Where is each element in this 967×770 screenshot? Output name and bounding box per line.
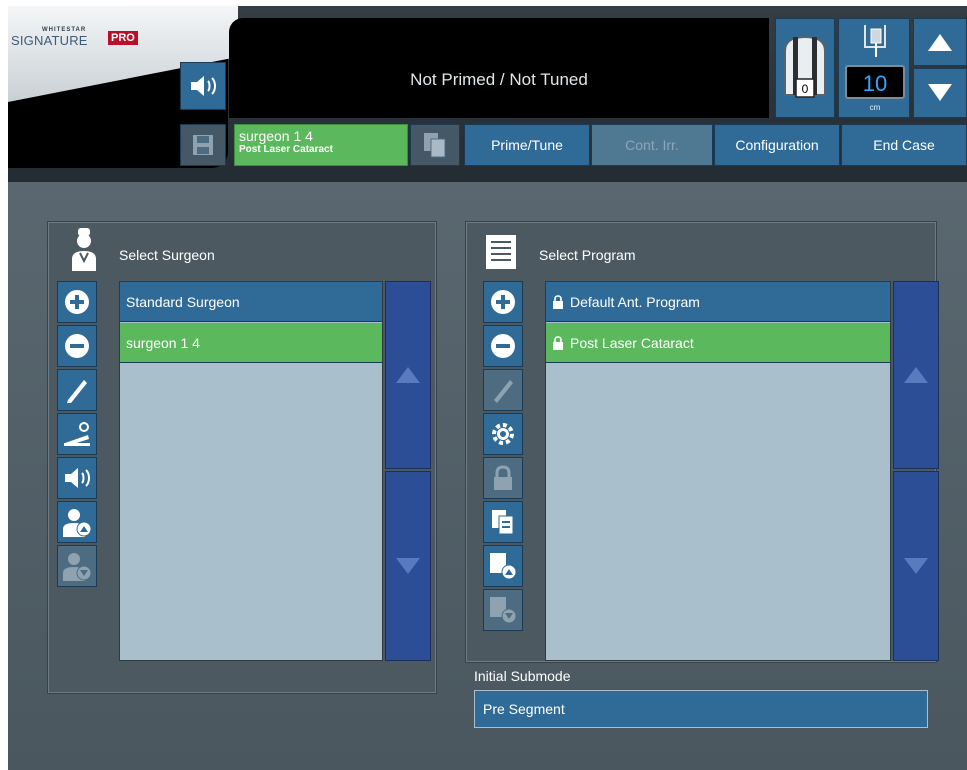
status-display: Not Primed / Not Tuned [229, 18, 769, 118]
list-item[interactable]: surgeon 1 4 [120, 323, 382, 363]
lock-icon [492, 465, 514, 491]
current-surgeon-tag: surgeon 1 4 Post Laser Cataract [234, 124, 408, 166]
program-import-button[interactable] [483, 545, 523, 587]
lock-icon [552, 294, 564, 309]
speaker-icon [62, 466, 92, 490]
handpiece-button[interactable]: 0 [775, 18, 835, 118]
iv-bottle-icon [861, 23, 889, 61]
logo-pro-badge: PRO [108, 31, 138, 45]
logo-main-text: SIGNATURE [11, 33, 88, 48]
copy-button[interactable] [410, 124, 460, 166]
pencil-icon [64, 376, 90, 404]
bottle-height-down-button[interactable] [913, 68, 967, 118]
surgeon-name: surgeon 1 4 [126, 334, 200, 351]
tab-end-case[interactable]: End Case [841, 124, 967, 166]
surgeon-export-button[interactable] [57, 545, 97, 587]
surgeon-panel-title: Select Surgeon [119, 247, 215, 263]
copy-program-button[interactable] [483, 501, 523, 543]
gear-icon [490, 421, 516, 447]
minus-icon [64, 333, 90, 359]
speaker-icon [188, 74, 218, 98]
copy-icon [422, 131, 448, 159]
scroll-down-button[interactable] [385, 471, 431, 661]
save-icon [191, 133, 215, 157]
program-settings-button[interactable] [483, 413, 523, 455]
current-surgeon-name: surgeon 1 4 [239, 128, 313, 144]
arrow-up-icon [396, 367, 420, 383]
app-window: WHITESTAR SIGNATURE PRO Not Primed / Not… [8, 6, 967, 770]
surgeon-name: Standard Surgeon [126, 293, 240, 310]
footpedal-settings-icon [62, 421, 92, 447]
footpedal-settings-button[interactable] [57, 413, 97, 455]
bottle-height-value: 10 [845, 65, 905, 99]
copy-icon [490, 508, 516, 536]
program-panel-title: Select Program [539, 247, 636, 263]
surgeon-panel: Select Surgeon Standard Surgeon surgeon … [48, 222, 436, 693]
remove-surgeon-button[interactable] [57, 325, 97, 367]
handpiece-counter: 0 [802, 82, 809, 96]
list-item[interactable]: Standard Surgeon [120, 282, 382, 322]
edit-surgeon-button[interactable] [57, 369, 97, 411]
plus-icon [64, 289, 90, 315]
tab-prime-tune[interactable]: Prime/Tune [464, 124, 590, 166]
program-import-icon [488, 551, 518, 581]
program-list: Default Ant. Program Post Laser Cataract [545, 281, 891, 661]
program-panel: Select Program Default Ant. Program Post… [466, 222, 939, 662]
save-button[interactable] [180, 124, 226, 166]
main-content: Select Surgeon Standard Surgeon surgeon … [8, 182, 967, 770]
edit-program-button[interactable] [483, 369, 523, 411]
add-surgeon-button[interactable] [57, 281, 97, 323]
program-export-icon [488, 595, 518, 625]
surgeon-export-icon [62, 551, 92, 581]
list-item[interactable]: Post Laser Cataract [546, 323, 890, 363]
handpiece-icon: 0 [779, 33, 831, 103]
surgeon-import-button[interactable] [57, 501, 97, 543]
program-name: Default Ant. Program [570, 293, 700, 310]
pencil-icon [490, 376, 516, 404]
arrow-up-icon [925, 31, 955, 53]
bottle-height-unit: cm [869, 103, 881, 112]
scroll-up-button[interactable] [893, 281, 939, 469]
surgeon-icon [71, 227, 97, 271]
surgeon-import-icon [62, 507, 92, 537]
program-name: Post Laser Cataract [570, 334, 694, 351]
remove-program-button[interactable] [483, 325, 523, 367]
minus-icon [490, 333, 516, 359]
lock-program-button[interactable] [483, 457, 523, 499]
arrow-down-icon [925, 82, 955, 104]
surgeon-list: Standard Surgeon surgeon 1 4 [119, 281, 383, 661]
plus-icon [490, 289, 516, 315]
list-item[interactable]: Default Ant. Program [546, 282, 890, 322]
tab-continuous-irrigation[interactable]: Cont. Irr. [591, 124, 713, 166]
surgeon-audio-button[interactable] [57, 457, 97, 499]
lock-icon [552, 335, 564, 350]
scroll-up-button[interactable] [385, 281, 431, 469]
initial-submode-select[interactable]: Pre Segment [474, 690, 928, 728]
add-program-button[interactable] [483, 281, 523, 323]
program-list-icon [485, 234, 517, 270]
tab-configuration[interactable]: Configuration [714, 124, 840, 166]
arrow-down-icon [904, 558, 928, 574]
bottle-height-display: 10 cm [838, 18, 910, 118]
header-bar: WHITESTAR SIGNATURE PRO Not Primed / Not… [8, 6, 967, 182]
scroll-down-button[interactable] [893, 471, 939, 661]
program-export-button[interactable] [483, 589, 523, 631]
arrow-down-icon [396, 558, 420, 574]
bottle-height-up-button[interactable] [913, 18, 967, 66]
current-program-name: Post Laser Cataract [239, 144, 333, 155]
status-text: Not Primed / Not Tuned [410, 70, 588, 89]
initial-submode-label: Initial Submode [474, 668, 571, 684]
volume-button[interactable] [180, 62, 226, 110]
arrow-up-icon [904, 367, 928, 383]
